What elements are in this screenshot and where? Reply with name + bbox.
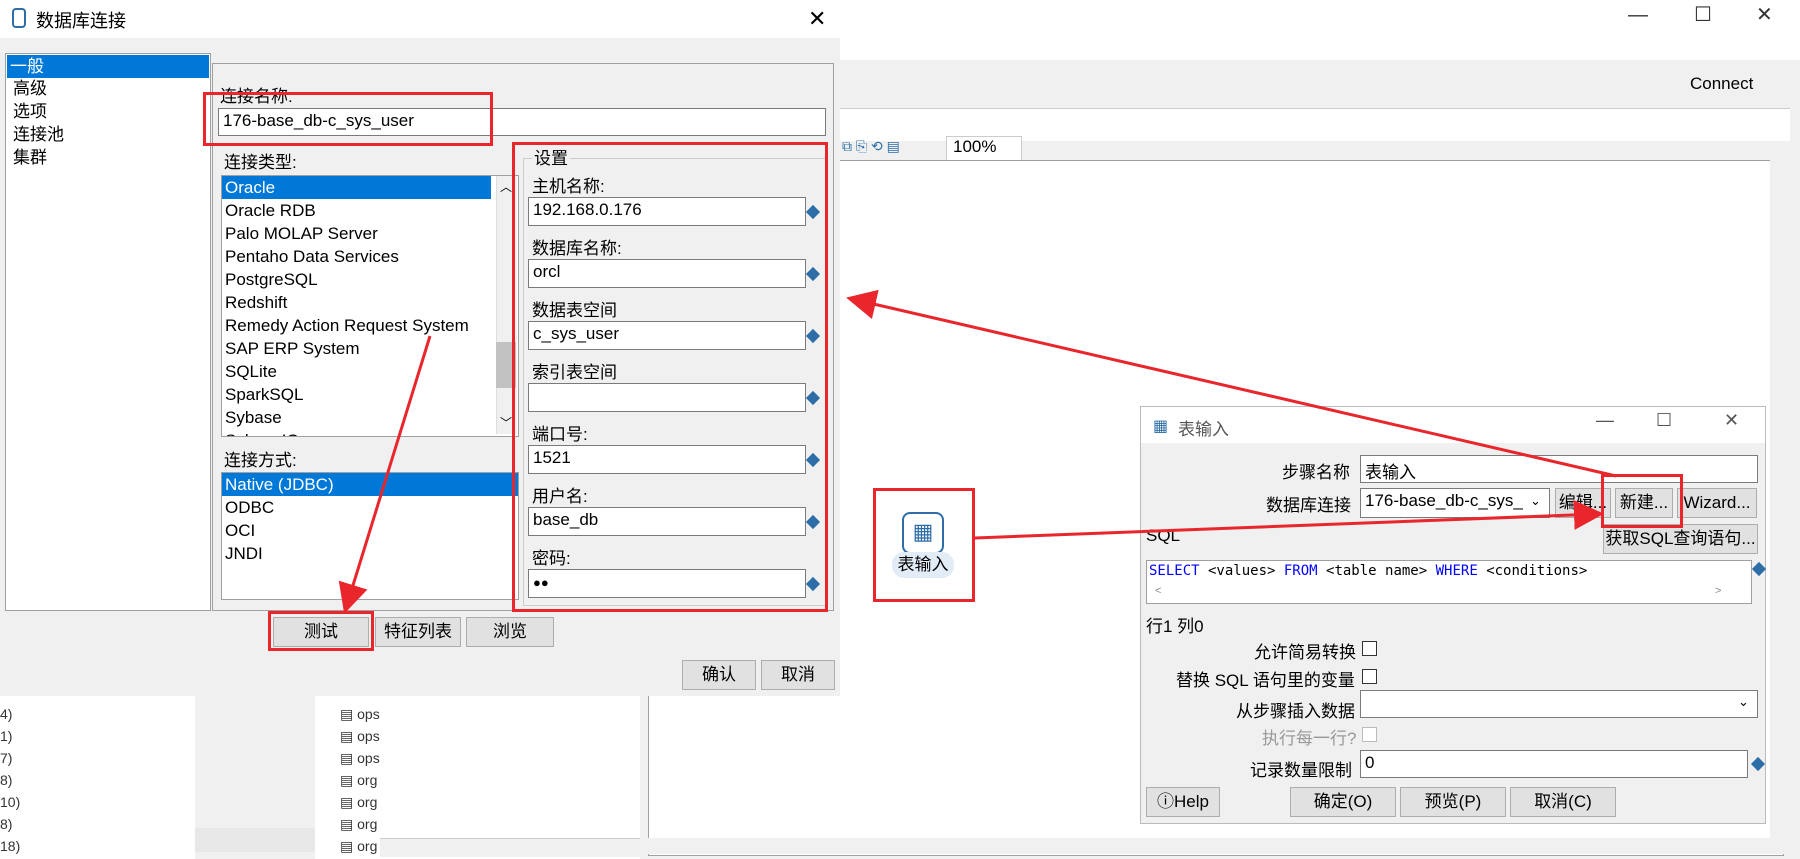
annotation-arrows [338, 289, 1617, 614]
arrow-to-new [974, 499, 1604, 540]
arrow-to-test [338, 335, 432, 614]
arrow-to-settings [846, 289, 1617, 478]
